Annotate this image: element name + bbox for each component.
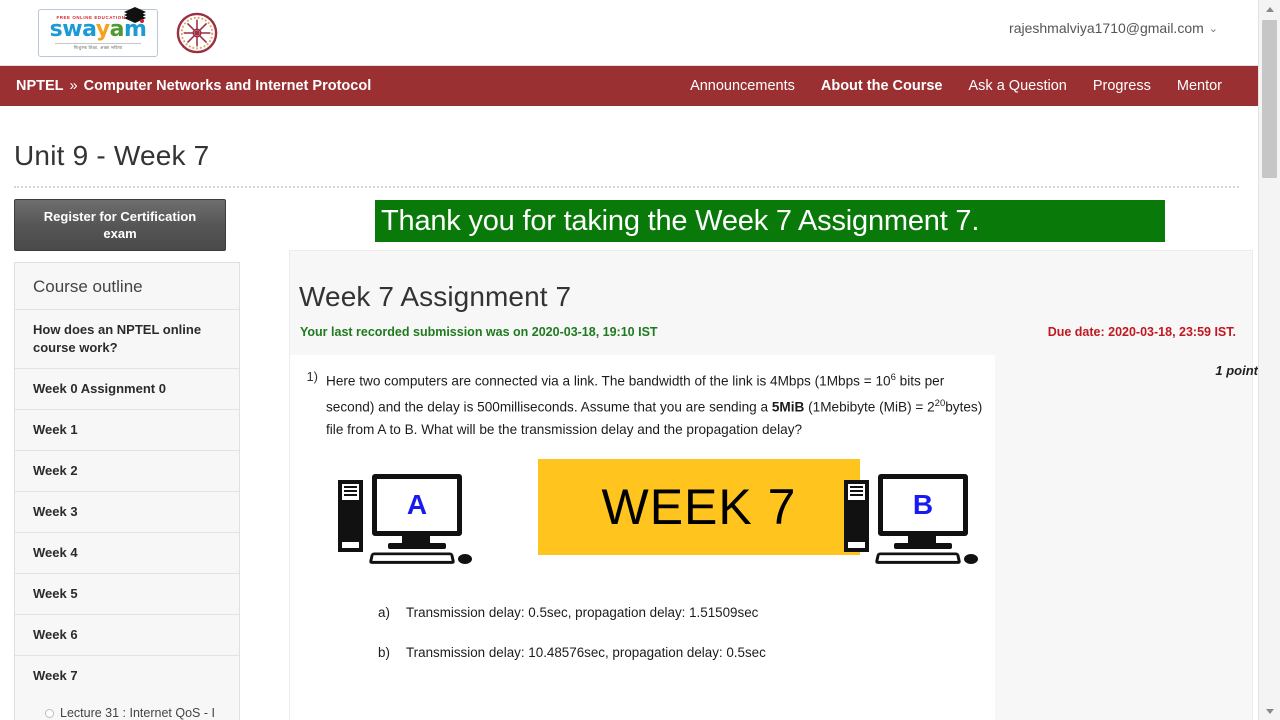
keyboard-b-icon [874, 552, 962, 564]
sidebar-item-week-2[interactable]: Week 2 [15, 450, 239, 491]
option-b-key: b) [378, 644, 390, 660]
course-outline-panel: Course outline How does an NPTEL online … [14, 262, 240, 720]
scrollbar-thumb[interactable] [1262, 20, 1277, 178]
sidebar-item-week-4[interactable]: Week 4 [15, 532, 239, 573]
course-navbar: NPTEL » Computer Networks and Internet Pro… [0, 66, 1258, 106]
sidebar-sub-item-label: Lecture 31 : Internet QoS - I (What is Q… [60, 706, 215, 720]
nptel-emblem-icon[interactable] [176, 12, 218, 54]
network-diagram: A WEEK 7 B [326, 458, 984, 569]
computer-b-label: B [912, 489, 934, 521]
tower-a-icon [338, 480, 363, 553]
sidebar-item-week-5[interactable]: Week 5 [15, 573, 239, 614]
swayam-subtext: निःशुल्क शिक्षा, अच्छा भविष्य [55, 42, 141, 51]
answer-options: a) Transmission delay: 0.5sec, propagati… [326, 603, 984, 663]
scroll-down-arrow-icon[interactable] [1259, 702, 1280, 720]
top-logo-bar: FREE ONLINE EDUCATION swayam निःशुल्क शि… [0, 0, 1258, 66]
question-body: Here two computers are connected via a l… [326, 363, 1000, 720]
last-submission-status: Your last recorded submission was on 202… [300, 325, 658, 339]
user-email-label: rajeshmalviya1710@gmail.com [1009, 20, 1204, 36]
nav-links: Announcements About the Course Ask a Que… [690, 78, 1258, 94]
breadcrumb-separator: » [69, 78, 78, 94]
question-text: Here two computers are connected via a l… [326, 363, 984, 442]
keyboard-a-icon [368, 552, 456, 564]
user-account-menu[interactable]: rajeshmalviya1710@gmail.com ⌄ [1009, 20, 1218, 36]
drive-bay-a-icon [344, 486, 357, 489]
logo-group: FREE ONLINE EDUCATION swayam निःशुल्क शि… [0, 6, 218, 57]
scroll-up-arrow-icon[interactable] [1259, 0, 1280, 18]
option-a-key: a) [378, 604, 390, 620]
sidebar-item-week-0-assignment-0[interactable]: Week 0 Assignment 0 [15, 368, 239, 409]
sidebar-item-week-6[interactable]: Week 6 [15, 614, 239, 655]
question-superscript-2: 20 [934, 398, 946, 410]
chevron-down-icon: ⌄ [1208, 22, 1218, 35]
nav-link-about-the-course[interactable]: About the Course [821, 78, 943, 94]
breadcrumb-course[interactable]: Computer Networks and Internet Protocol [84, 78, 372, 94]
mouse-a-icon [458, 554, 472, 565]
course-outline-heading: Course outline [33, 277, 143, 296]
book-icon [124, 6, 146, 23]
assignment-meta-row: Your last recorded submission was on 202… [290, 313, 1252, 339]
mouse-b-icon [964, 554, 978, 565]
breadcrumb-brand[interactable]: NPTEL [16, 78, 64, 94]
nav-link-progress[interactable]: Progress [1093, 78, 1151, 94]
monitor-a-base [388, 543, 446, 550]
question-text-bold-5mib: 5MiB [771, 399, 805, 415]
answer-option-a[interactable]: a) Transmission delay: 0.5sec, propagati… [378, 603, 984, 623]
sidebar-item-week-3[interactable]: Week 3 [15, 491, 239, 532]
nav-link-mentor[interactable]: Mentor [1177, 78, 1222, 94]
tower-b-icon [844, 480, 869, 553]
monitor-b-icon: B [878, 474, 968, 537]
computer-a-icon: A [326, 466, 478, 566]
sidebar-item-how-nptel-works[interactable]: How does an NPTEL online course work? [15, 309, 239, 368]
question-point-value: 1 point [1215, 363, 1258, 378]
nav-link-ask-a-question[interactable]: Ask a Question [969, 78, 1067, 94]
week-overlay-text: WEEK 7 [601, 478, 797, 535]
assignment-title: Week 7 Assignment 7 [299, 281, 572, 312]
nav-link-announcements[interactable]: Announcements [690, 78, 795, 94]
register-certification-button[interactable]: Register for Certification exam [14, 199, 226, 251]
answer-option-b[interactable]: b) Transmission delay: 10.48576sec, prop… [378, 643, 984, 663]
due-date-label: Due date: 2020-03-18, 23:59 IST. [1047, 325, 1236, 339]
page-root: FREE ONLINE EDUCATION swayam निःशुल्क शि… [0, 0, 1280, 720]
monitor-a-icon: A [372, 474, 462, 537]
computer-a-label: A [406, 489, 428, 521]
page-title: Unit 9 - Week 7 [14, 140, 210, 171]
computer-b-icon: B [832, 466, 984, 566]
drive-bay-b-icon [850, 486, 863, 489]
question-text-part1: Here two computers are connected via a l… [326, 373, 891, 389]
week-overlay-badge: WEEK 7 [538, 458, 860, 555]
title-divider [14, 186, 1239, 188]
option-b-text: Transmission delay: 10.48576sec, propaga… [406, 644, 766, 660]
question-text-part3: (1Mebibyte (MiB) = 2 [804, 399, 935, 415]
breadcrumb: NPTEL » Computer Networks and Internet Pro… [0, 78, 371, 94]
thank-you-banner: Thank you for taking the Week 7 Assignme… [375, 200, 1165, 242]
swayam-logo[interactable]: FREE ONLINE EDUCATION swayam निःशुल्क शि… [38, 6, 158, 57]
monitor-b-base [894, 543, 952, 550]
question-card: 1) Here two computers are connected via … [290, 355, 995, 720]
sidebar-item-lecture-31[interactable]: Lecture 31 : Internet QoS - I (What is Q… [15, 696, 239, 720]
sidebar-item-week-1[interactable]: Week 1 [15, 409, 239, 450]
vertical-scrollbar[interactable] [1258, 0, 1280, 720]
radio-circle-icon [45, 709, 54, 718]
question-number: 1) [306, 369, 318, 384]
sidebar-item-week-7[interactable]: Week 7 [15, 655, 239, 696]
option-a-text: Transmission delay: 0.5sec, propagation … [406, 604, 759, 620]
